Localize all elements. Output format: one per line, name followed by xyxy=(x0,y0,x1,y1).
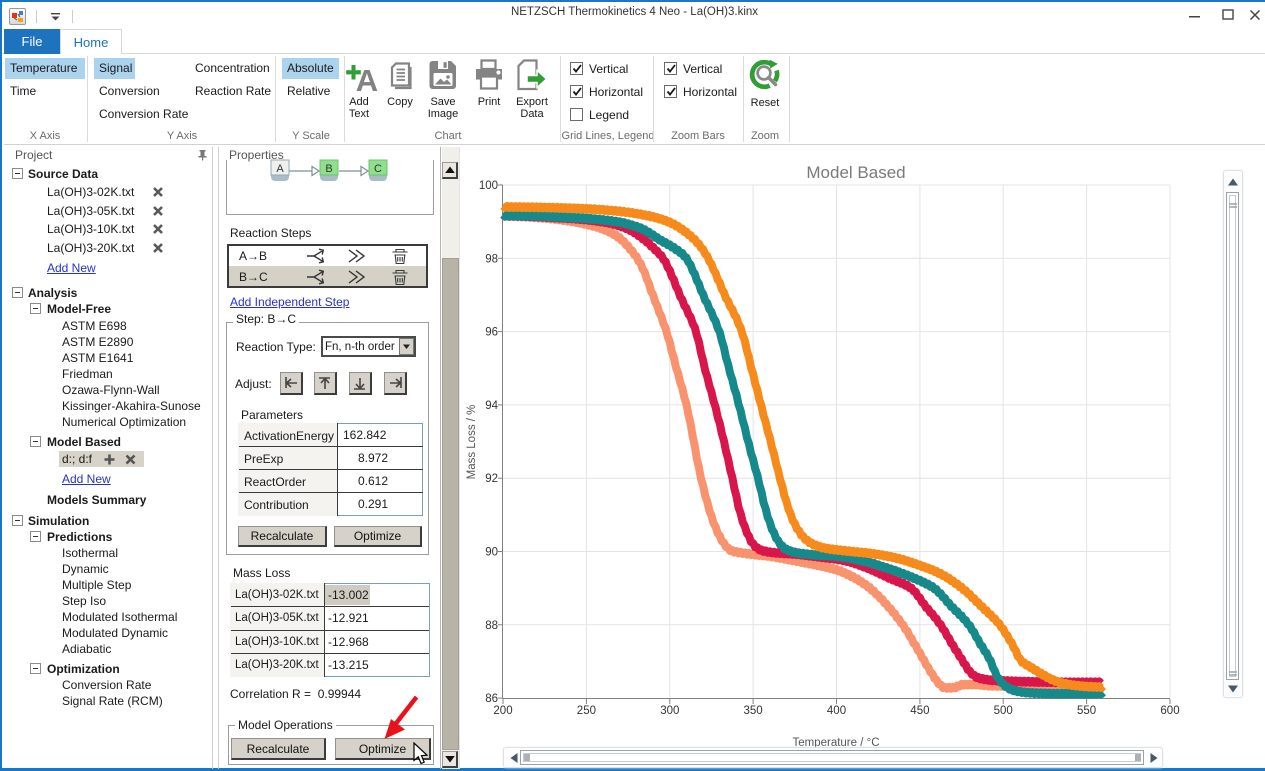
svg-text:550: 550 xyxy=(1077,705,1096,717)
svg-text:100: 100 xyxy=(479,180,498,192)
svg-text:400: 400 xyxy=(827,705,846,717)
svg-text:98: 98 xyxy=(485,253,498,265)
svg-text:96: 96 xyxy=(485,327,498,339)
svg-text:300: 300 xyxy=(660,705,679,717)
svg-text:94: 94 xyxy=(485,400,498,412)
svg-text:88: 88 xyxy=(485,620,498,632)
svg-text:Model Based: Model Based xyxy=(806,163,905,182)
svg-text:450: 450 xyxy=(910,705,929,717)
svg-text:90: 90 xyxy=(485,547,498,559)
svg-text:C: C xyxy=(374,163,382,175)
svg-text:A: A xyxy=(276,163,284,175)
svg-text:600: 600 xyxy=(1160,705,1179,717)
svg-text:350: 350 xyxy=(744,705,763,717)
svg-text:86: 86 xyxy=(485,693,498,705)
svg-text:200: 200 xyxy=(493,705,512,717)
svg-text:Mass Loss / %: Mass Loss / % xyxy=(466,405,478,480)
svg-text:250: 250 xyxy=(577,705,596,717)
svg-text:B: B xyxy=(325,163,332,175)
svg-text:500: 500 xyxy=(994,705,1013,717)
svg-text:A: A xyxy=(356,63,378,93)
svg-text:92: 92 xyxy=(485,473,498,485)
